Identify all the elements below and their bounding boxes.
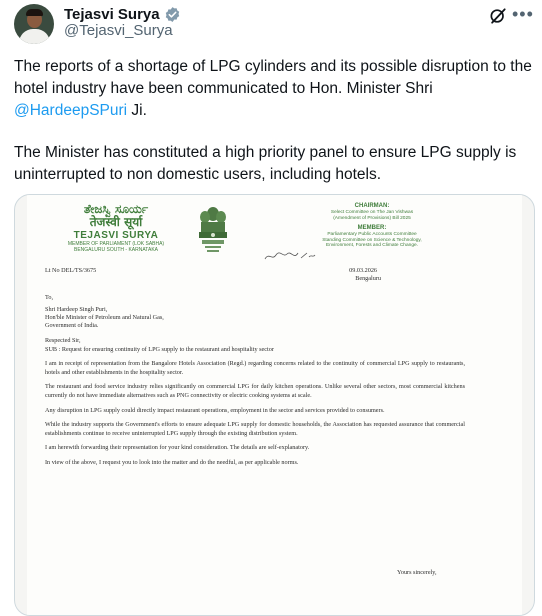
letterhead-english-name: TEJASVI SURYA (73, 230, 159, 241)
verified-badge-icon (165, 6, 179, 22)
letter-address-3: Government of India. (45, 322, 99, 330)
letter-subject: SUB : Request for ensuring continuity of… (45, 345, 274, 353)
mention-link[interactable]: @HardeepSPuri (14, 102, 127, 119)
letter-salutation: Respected Sir, (45, 337, 81, 345)
letter-closing: Yours sincerely, (397, 569, 437, 576)
letter-to: To, (45, 293, 53, 301)
author-avatar[interactable] (14, 4, 54, 44)
author-name-row: Tejasvi Surya (64, 4, 181, 24)
letterhead-sub-2: BENGALURU SOUTH - KARNATAKA (74, 247, 158, 253)
letter-address-1: Shri Hardeep Singh Puri, (45, 305, 108, 313)
tweet-paragraph-1: The reports of a shortage of LPG cylinde… (14, 56, 534, 122)
avatar-hair (26, 9, 43, 16)
letter-paragraph-1: I am in receipt of representation from t… (45, 360, 465, 376)
tweet-media-image[interactable]: ತೇಜಸ್ವಿ ಸೂರ್ಯ तेजस्वी सूर्या TEJASVI SUR… (14, 194, 535, 616)
author-name[interactable]: Tejasvi Surya (64, 6, 160, 23)
author-handle[interactable]: @Tejasvi_Surya (64, 22, 173, 39)
letterhead-hindi-name: तेजस्वी सूर्या (89, 215, 143, 229)
more-options-icon[interactable]: ••• (512, 2, 534, 26)
letter-paragraph-4: While the industry supports the Governme… (45, 421, 465, 437)
letterhead-right: CHAIRMAN: Select Committee on The Jan Vi… (272, 203, 472, 249)
tweet-text: The reports of a shortage of LPG cylinde… (14, 56, 534, 186)
letterhead-left: ತೇಜಸ್ವಿ ಸೂರ್ಯ तेजस्वी सूर्या TEJASVI SUR… (56, 203, 176, 254)
letter-address-2: Hon'ble Minister of Petroleum and Natura… (45, 314, 164, 322)
letter-paragraph-6: In view of the above, I request you to l… (45, 459, 299, 467)
letter-paragraph-5: I am herewith forwarding their represent… (45, 444, 310, 452)
signature-scribble-icon (264, 252, 316, 260)
tweet-text-part: The reports of a shortage of LPG cylinde… (14, 58, 532, 97)
letter-ref-number: Lt No DEL/TS/3675 (45, 267, 97, 274)
avatar-body (19, 29, 50, 44)
national-emblem-icon (199, 207, 227, 252)
tweet-text-part: Ji. (127, 102, 147, 119)
letter-date: 09.03.2026 (349, 267, 377, 274)
letter-paragraph-2: The restaurant and food service industry… (45, 383, 465, 399)
letter-paragraph-3: Any disruption in LPG supply could direc… (45, 406, 385, 414)
letter-place: Bengaluru (355, 275, 381, 283)
grok-icon[interactable] (488, 6, 508, 26)
tweet-paragraph-2: The Minister has constituted a high prio… (14, 144, 517, 183)
letter-document: ತೇಜಸ್ವಿ ಸೂರ್ಯ तेजस्वी सूर्या TEJASVI SUR… (27, 195, 522, 615)
letter-body: Lt No DEL/TS/3675 09.03.2026 Bengaluru T… (45, 267, 465, 468)
chairman-heading: CHAIRMAN: (354, 203, 390, 209)
place-row: Bengaluru (45, 275, 465, 283)
ref-date-row: Lt No DEL/TS/3675 09.03.2026 (45, 267, 465, 275)
